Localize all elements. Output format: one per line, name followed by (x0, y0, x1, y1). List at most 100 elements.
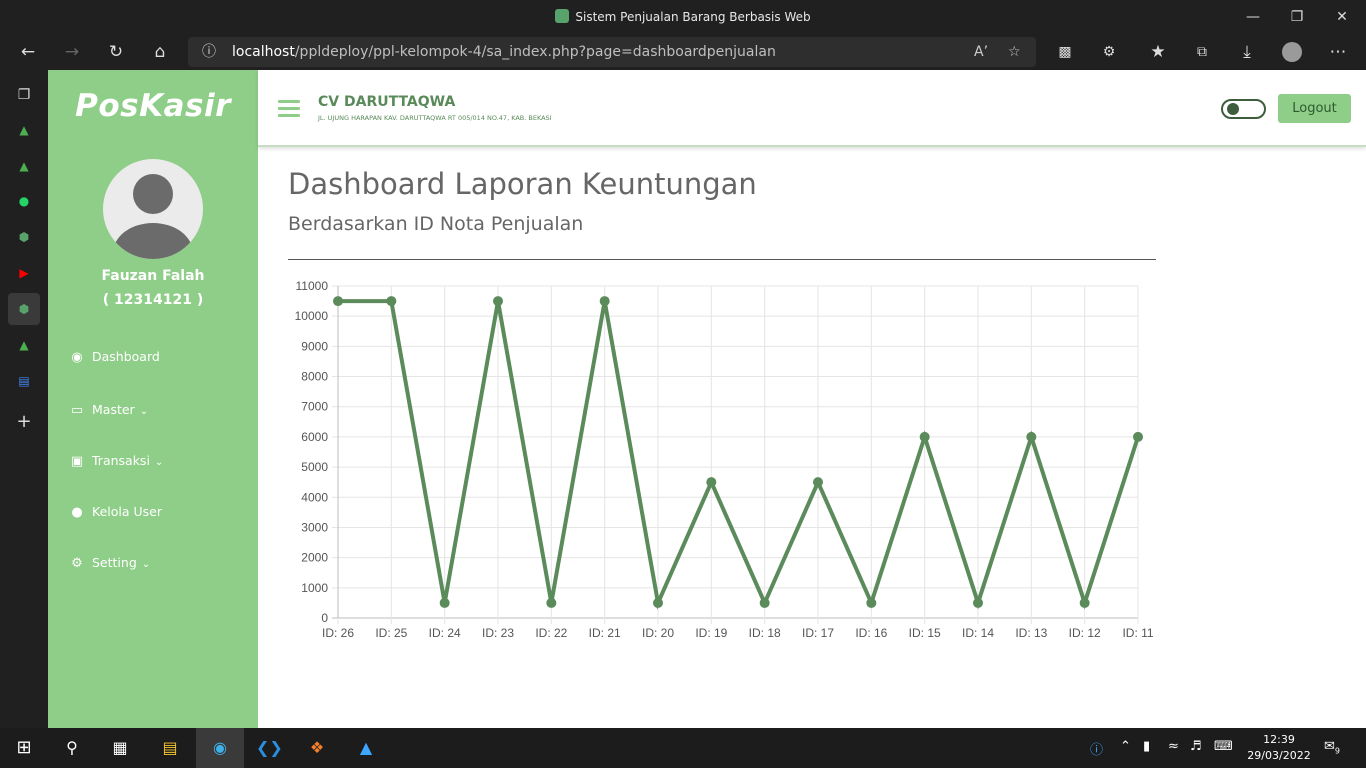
data-point (653, 597, 663, 608)
chevron-down-icon: ⌄ (139, 406, 149, 417)
money-icon: ▣ (70, 454, 84, 469)
y-tick-label: 2000 (301, 551, 328, 565)
x-tick-label: ID: 14 (962, 626, 994, 640)
favorites-icon[interactable]: ★ (1145, 40, 1171, 64)
x-tick-label: ID: 13 (1015, 626, 1047, 640)
chevron-down-icon: ⌄ (154, 457, 164, 468)
tab-youtube-icon[interactable]: ▶ (12, 261, 36, 285)
tab-actions-icon[interactable]: ❐ (12, 83, 36, 107)
url-host: localhost (232, 44, 295, 60)
search-icon[interactable]: ⚲ (60, 736, 84, 760)
data-point (333, 296, 343, 307)
tab-docs-icon[interactable]: ▤ (12, 369, 36, 393)
profile-icon[interactable] (1279, 40, 1305, 64)
data-point (759, 597, 770, 608)
collections-ext-icon[interactable]: ▩ (1052, 40, 1078, 64)
url-path: /ppldeploy/ppl-kelompok-4/sa_index.php?p… (294, 44, 776, 60)
tab-drive-icon[interactable]: ▲ (12, 154, 36, 178)
collections-icon[interactable]: ⧉ (1189, 40, 1215, 64)
tab-drive-icon[interactable]: ▲ (12, 118, 36, 142)
sidebar-item-kelola-user[interactable]: ● Kelola User (68, 502, 162, 522)
restore-icon[interactable]: ❐ (1285, 6, 1309, 28)
forward-icon[interactable]: → (59, 40, 85, 64)
x-tick-label: ID: 15 (909, 626, 941, 640)
user-name: Fauzan Falah (101, 268, 205, 284)
x-tick-label: ID: 11 (1122, 626, 1153, 640)
y-tick-label: 5000 (301, 460, 328, 474)
address-bar[interactable]: ⓘ localhost/ppldeploy/ppl-kelompok-4/sa_… (188, 37, 1036, 67)
downloads-icon[interactable]: ⤓ (1234, 40, 1260, 64)
profit-line-chart: 0 1000 2000 3000 4000 5000 6000 7000 8000 9000 100… (295, 279, 1154, 640)
chevron-up-icon[interactable]: ⌃ (1120, 739, 1131, 754)
help-icon[interactable]: ⓘ (1090, 739, 1103, 758)
tab-drive-icon[interactable]: ▲ (12, 333, 36, 357)
vscode-icon[interactable]: ❮❯ (256, 736, 283, 760)
tab-site-active-icon[interactable]: ⬢ (8, 293, 40, 325)
x-tick-label: ID: 20 (642, 626, 674, 640)
x-tick-label: ID: 19 (695, 626, 727, 640)
y-tick-label: 6000 (301, 430, 328, 444)
page-subtitle: Berdasarkan ID Nota Penjualan (288, 213, 584, 235)
refresh-icon[interactable]: ↻ (103, 40, 129, 64)
wifi-icon[interactable]: ≈ (1168, 739, 1179, 754)
company-address: JL. UJUNG HARAPAN KAV. DARUTTAQWA RT 005… (318, 114, 552, 122)
data-point (599, 296, 610, 307)
data-point (919, 431, 930, 442)
theme-toggle[interactable] (1221, 99, 1266, 119)
browser-title-bar: Sistem Penjualan Barang Berbasis Web — ❐… (0, 0, 1366, 34)
tab-site-icon[interactable]: ⬢ (12, 225, 36, 249)
brand-logo[interactable]: PosKasir (48, 88, 258, 124)
home-icon[interactable]: ⌂ (147, 40, 173, 64)
tachometer-icon: ◉ (71, 350, 83, 365)
back-icon[interactable]: ← (15, 40, 41, 64)
start-icon[interactable]: ⊞ (12, 736, 36, 760)
close-icon[interactable]: ✕ (1330, 6, 1354, 28)
x-tick-label: ID: 24 (429, 626, 461, 640)
data-point (973, 597, 983, 608)
data-point (1079, 597, 1090, 608)
new-tab-icon[interactable]: + (12, 410, 36, 434)
vertical-tabs: ❐ ▲ ▲ ● ⬢ ▶ ⬢ ▲ ▤ + (0, 70, 48, 728)
add-favorite-icon[interactable]: ☆ (1008, 37, 1021, 67)
sidebar-item-setting[interactable]: ⚙ Setting ⌄ (68, 553, 150, 573)
site-info-icon[interactable]: ⓘ (202, 37, 216, 67)
data-point (386, 296, 397, 307)
company-name: CV DARUTTAQWA (318, 94, 456, 110)
keyboard-icon[interactable]: ⌨ (1214, 739, 1233, 754)
data-point (493, 296, 503, 307)
sidebar-item-transaksi[interactable]: ▣ Transaksi ⌄ (68, 451, 163, 471)
avatar (103, 159, 203, 259)
data-point (546, 597, 557, 608)
battery-icon[interactable]: ▮ (1143, 739, 1150, 754)
photos-icon[interactable]: ▲ (354, 736, 378, 760)
tab-whatsapp-icon[interactable]: ● (12, 189, 36, 213)
windows-taskbar: ⊞ ⚲ ▦ ▤ ◉ ❮❯ ❖ ▲ ⓘ ⌃ ▮ ≈ ♬ ⌨ 12:39 29/03… (0, 728, 1366, 768)
gear-icon: ⚙ (71, 556, 83, 571)
data-point (1026, 431, 1037, 442)
extensions-icon[interactable]: ⚙ (1096, 40, 1122, 64)
site-favicon-icon (555, 9, 570, 23)
sidebar-item-master[interactable]: ▭ Master ⌄ (68, 400, 148, 420)
page-title: Dashboard Laporan Keuntungan (288, 167, 757, 201)
sidebar-item-dashboard[interactable]: ◉ Dashboard (68, 347, 160, 367)
system-clock[interactable]: 12:39 29/03/2022 (1246, 732, 1312, 764)
x-tick-label: ID: 25 (375, 626, 407, 640)
notification-center-icon[interactable]: ✉9 (1324, 739, 1340, 756)
window-title: Sistem Penjualan Barang Berbasis Web (0, 9, 1366, 24)
logout-button[interactable]: Logout (1278, 94, 1351, 123)
hamburger-menu-icon[interactable] (278, 100, 300, 117)
xampp-icon[interactable]: ❖ (305, 736, 329, 760)
edge-icon[interactable]: ◉ (196, 728, 244, 768)
task-view-icon[interactable]: ▦ (108, 736, 132, 760)
file-explorer-icon[interactable]: ▤ (158, 736, 182, 760)
more-menu-icon[interactable]: ⋯ (1325, 40, 1351, 64)
read-aloud-icon[interactable]: A’ (974, 37, 988, 67)
x-tick-label: ID: 16 (855, 626, 887, 640)
volume-icon[interactable]: ♬ (1190, 739, 1202, 754)
x-tick-label: ID: 23 (482, 626, 514, 640)
app-sidebar: PosKasir Fauzan Falah ( 12314121 ) ◉ Dash… (48, 70, 258, 728)
minimize-icon[interactable]: — (1241, 6, 1265, 28)
x-tick-label: ID: 21 (589, 626, 621, 640)
app-header: CV DARUTTAQWA JL. UJUNG HARAPAN KAV. DAR… (258, 70, 1366, 147)
data-point (439, 597, 450, 608)
